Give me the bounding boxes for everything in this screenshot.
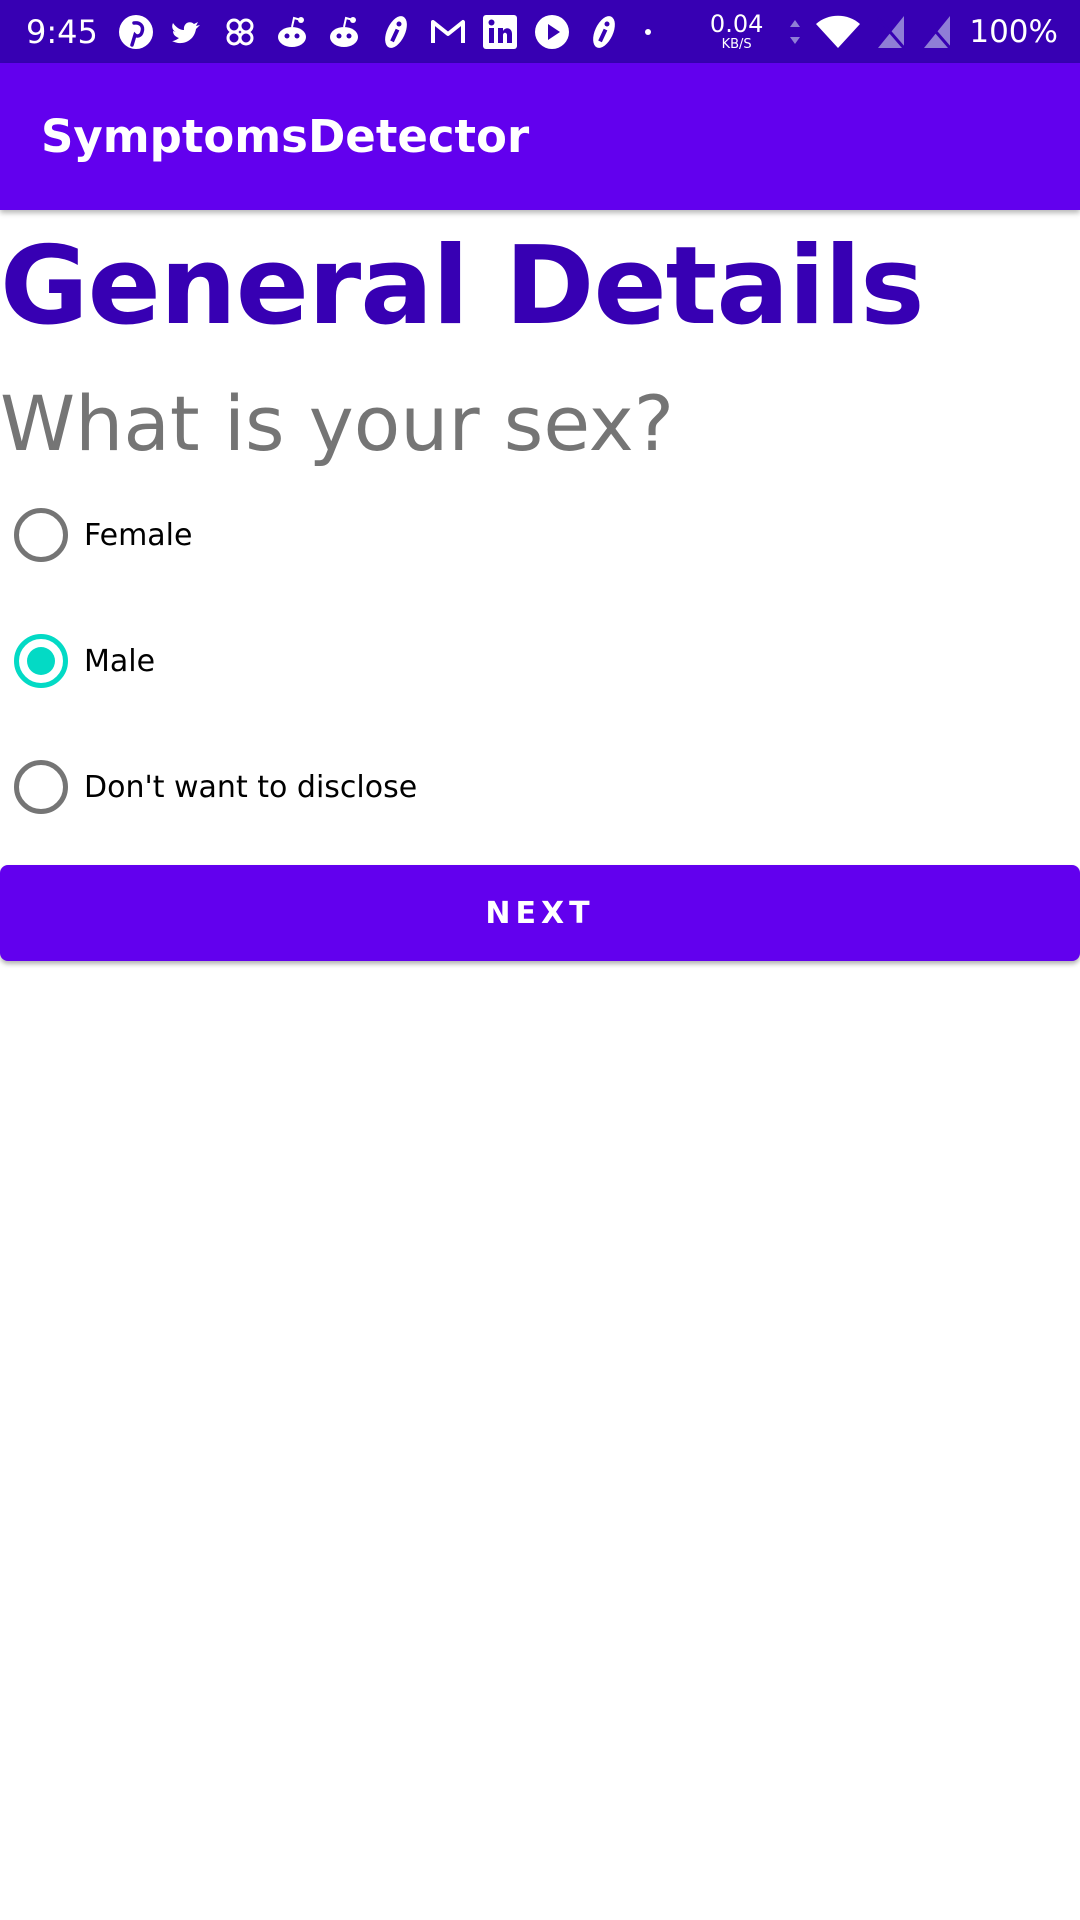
reddit-icon: [324, 12, 364, 52]
option-label: Male: [84, 643, 156, 679]
radio-selected-dot: [27, 647, 55, 675]
option-label: Don't want to disclose: [84, 769, 418, 805]
network-speed-value: 0.04: [709, 10, 764, 38]
status-bar: 9:45 0.04 KB/S 100%: [0, 0, 1080, 63]
network-speed: 0.04 KB/S: [710, 12, 763, 51]
network-speed-unit: KB/S: [721, 37, 752, 52]
next-button[interactable]: NEXT: [0, 865, 1080, 961]
app-title: SymptomsDetector: [41, 110, 530, 163]
radio-option-female[interactable]: Female: [0, 480, 1080, 590]
no-sim-icon: [875, 14, 907, 50]
gmail-icon: [428, 12, 468, 52]
option-label: Female: [84, 517, 193, 553]
status-time: 9:45: [26, 12, 98, 51]
wifi-icon: [815, 14, 861, 50]
data-arrows-icon: [789, 18, 801, 46]
notification-icons: [116, 12, 660, 52]
no-sim-icon: [921, 14, 953, 50]
page-title: General Details: [0, 224, 925, 349]
reddit-icon: [272, 12, 312, 52]
battery-level: 100%: [969, 13, 1058, 50]
radio-button-checked[interactable]: [14, 634, 68, 688]
radio-option-dont-disclose[interactable]: Don't want to disclose: [0, 732, 1080, 842]
app-bar: SymptomsDetector: [0, 63, 1080, 210]
pinwheel-icon: [220, 12, 260, 52]
radio-option-male[interactable]: Male: [0, 606, 1080, 716]
radio-button-unchecked[interactable]: [14, 760, 68, 814]
twitter-icon: [168, 12, 208, 52]
radio-button-unchecked[interactable]: [14, 508, 68, 562]
system-icons: [789, 14, 953, 50]
app-icon: [584, 12, 624, 52]
linkedin-icon: [480, 12, 520, 52]
pinterest-icon: [116, 12, 156, 52]
app-icon: [376, 12, 416, 52]
question-label: What is your sex?: [0, 379, 675, 468]
youtube-icon: [532, 12, 572, 52]
more-dot-icon: [636, 12, 660, 52]
